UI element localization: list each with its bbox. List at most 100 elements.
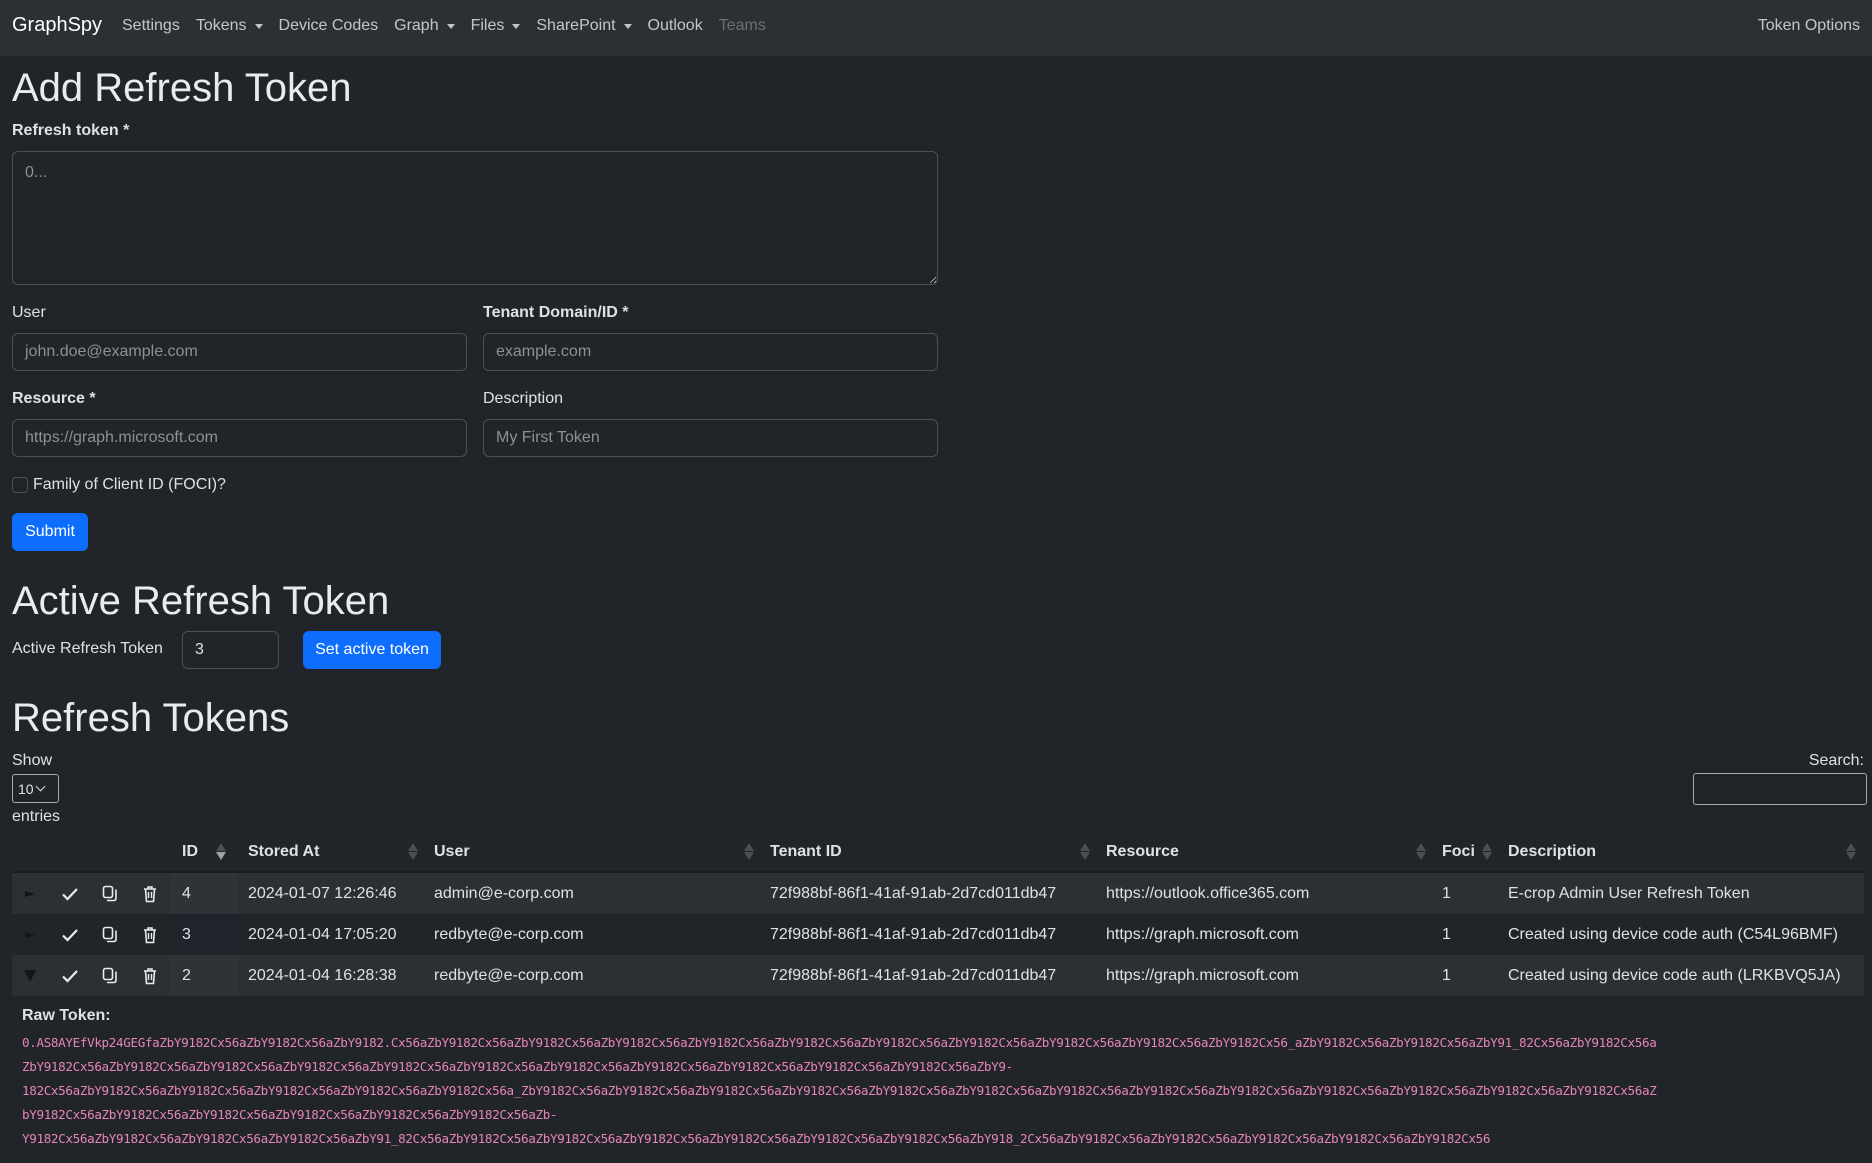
raw-token-line: bY9182Cx56aZbY9182Cx56aZbY9182Cx56aZbY91… bbox=[22, 1107, 558, 1122]
sort-icon[interactable] bbox=[1416, 842, 1426, 862]
foci-checkbox[interactable] bbox=[12, 477, 28, 493]
description-input[interactable]: My First Token bbox=[483, 419, 938, 457]
cell-user: redbyte@e-corp.com bbox=[434, 966, 584, 984]
nav-settings-label: Settings bbox=[122, 17, 180, 34]
cell-description: E-crop Admin User Refresh Token bbox=[1508, 884, 1750, 902]
nav-teams-label: Teams bbox=[718, 17, 766, 34]
sort-icon[interactable] bbox=[744, 842, 754, 862]
nav-graph-label: Graph bbox=[394, 17, 439, 34]
user-input[interactable]: john.doe@example.com bbox=[12, 333, 467, 371]
column-header-foci[interactable]: Foci bbox=[1442, 830, 1475, 873]
tenant-input[interactable]: example.com bbox=[483, 333, 938, 371]
search-input[interactable] bbox=[1693, 773, 1867, 805]
resource-label: Resource * bbox=[12, 390, 96, 407]
user-placeholder: john.doe@example.com bbox=[25, 343, 198, 360]
cell-stored-at: 2024-01-07 12:26:46 bbox=[248, 884, 397, 902]
activate-token-icon[interactable] bbox=[58, 955, 82, 996]
resource-placeholder: https://graph.microsoft.com bbox=[25, 429, 218, 446]
raw-token-line: 182Cx56aZbY9182Cx56aZbY9182Cx56aZbY9182C… bbox=[22, 1083, 1657, 1098]
nav-settings[interactable]: Settings bbox=[122, 17, 180, 35]
nav-device-codes[interactable]: Device Codes bbox=[279, 17, 379, 35]
active-token-label: Active Refresh Token bbox=[12, 640, 163, 657]
token-options-link[interactable]: Token Options bbox=[1758, 17, 1860, 35]
nav-tokens-label: Tokens bbox=[195, 17, 247, 34]
column-header-id[interactable]: ID bbox=[182, 830, 198, 873]
caret-down-icon bbox=[254, 23, 263, 29]
column-header-resource[interactable]: Resource bbox=[1106, 830, 1179, 873]
trash-icon[interactable] bbox=[138, 873, 162, 914]
column-header-tenant-id[interactable]: Tenant ID bbox=[770, 830, 842, 873]
table-row: 4 2024-01-07 12:26:46 admin@e-corp.com 7… bbox=[12, 873, 1864, 914]
cell-foci: 1 bbox=[1442, 966, 1451, 984]
column-header-description[interactable]: Description bbox=[1508, 830, 1596, 873]
trash-icon[interactable] bbox=[138, 955, 162, 996]
refresh-token-textarea[interactable] bbox=[12, 151, 938, 285]
cell-stored-at: 2024-01-04 16:28:38 bbox=[248, 966, 397, 984]
cell-resource: https://graph.microsoft.com bbox=[1106, 966, 1299, 984]
description-placeholder: My First Token bbox=[496, 429, 600, 446]
cell-user: redbyte@e-corp.com bbox=[434, 925, 584, 943]
table-row: 3 2024-01-04 17:05:20 redbyte@e-corp.com… bbox=[12, 914, 1864, 955]
sort-icon[interactable] bbox=[1846, 842, 1856, 862]
cell-stored-at: 2024-01-04 17:05:20 bbox=[248, 925, 397, 943]
active-token-value: 3 bbox=[195, 641, 204, 658]
cell-id: 3 bbox=[170, 914, 238, 955]
cell-id: 4 bbox=[170, 873, 238, 914]
active-token-input[interactable]: 3 bbox=[182, 631, 279, 669]
cell-foci: 1 bbox=[1442, 925, 1451, 943]
chevron-down-icon bbox=[35, 781, 46, 792]
resource-input[interactable]: https://graph.microsoft.com bbox=[12, 419, 467, 457]
copy-icon[interactable] bbox=[98, 873, 122, 914]
column-header-user[interactable]: User bbox=[434, 830, 470, 873]
nav-teams: Teams bbox=[719, 17, 766, 35]
foci-label[interactable]: Family of Client ID (FOCI)? bbox=[33, 476, 226, 494]
show-label: Show bbox=[12, 752, 53, 769]
cell-foci: 1 bbox=[1442, 884, 1451, 902]
trash-icon[interactable] bbox=[138, 914, 162, 955]
sort-desc-icon[interactable] bbox=[216, 842, 226, 862]
table-header: ID Stored At User Tenant ID Resource Foc… bbox=[12, 830, 1864, 873]
nav-outlook[interactable]: Outlook bbox=[648, 17, 703, 35]
user-label: User bbox=[12, 304, 46, 321]
nav-links: Settings Tokens Device Codes Graph Files… bbox=[122, 17, 782, 35]
nav-graph-dropdown[interactable]: Graph bbox=[394, 17, 455, 35]
cell-tenant-id: 72f988bf-86f1-41af-91ab-2d7cd011db47 bbox=[770, 884, 1057, 902]
refresh-tokens-title: Refresh Tokens bbox=[12, 696, 290, 740]
entries-per-page-select[interactable]: 10 bbox=[12, 774, 59, 803]
expand-row-icon[interactable] bbox=[18, 873, 42, 914]
collapse-row-icon[interactable] bbox=[18, 955, 42, 996]
cell-description: Created using device code auth (C54L96BM… bbox=[1508, 925, 1838, 943]
brand-logo[interactable]: GraphSpy bbox=[12, 14, 102, 37]
sort-icon[interactable] bbox=[408, 842, 418, 862]
activate-token-icon[interactable] bbox=[58, 873, 82, 914]
set-active-token-button[interactable]: Set active token bbox=[303, 631, 441, 669]
sort-icon[interactable] bbox=[1080, 842, 1090, 862]
caret-down-icon bbox=[623, 23, 632, 29]
cell-resource: https://graph.microsoft.com bbox=[1106, 925, 1299, 943]
entries-value: 10 bbox=[18, 780, 34, 797]
copy-icon[interactable] bbox=[98, 955, 122, 996]
add-refresh-token-title: Add Refresh Token bbox=[12, 66, 352, 110]
submit-button[interactable]: Submit bbox=[12, 513, 88, 551]
search-label: Search: bbox=[1808, 752, 1864, 769]
nav-files-dropdown[interactable]: Files bbox=[471, 17, 521, 35]
caret-down-icon bbox=[446, 23, 455, 29]
table-row: 2 2024-01-04 16:28:38 redbyte@e-corp.com… bbox=[12, 955, 1864, 996]
cell-description: Created using device code auth (LRKBVQ5J… bbox=[1508, 966, 1841, 984]
copy-icon[interactable] bbox=[98, 914, 122, 955]
column-header-stored-at[interactable]: Stored At bbox=[248, 830, 319, 873]
nav-files-label: Files bbox=[470, 17, 505, 34]
cell-id: 2 bbox=[170, 955, 238, 996]
activate-token-icon[interactable] bbox=[58, 914, 82, 955]
tenant-placeholder: example.com bbox=[496, 343, 592, 360]
raw-token-label: Raw Token: bbox=[22, 1007, 111, 1024]
cell-user: admin@e-corp.com bbox=[434, 884, 574, 902]
tenant-label: Tenant Domain/ID * bbox=[483, 304, 629, 321]
nav-tokens-dropdown[interactable]: Tokens bbox=[196, 17, 263, 35]
sort-icon[interactable] bbox=[1482, 842, 1492, 862]
caret-down-icon bbox=[512, 23, 521, 29]
nav-sharepoint-dropdown[interactable]: SharePoint bbox=[536, 17, 632, 35]
cell-tenant-id: 72f988bf-86f1-41af-91ab-2d7cd011db47 bbox=[770, 966, 1057, 984]
expand-row-icon[interactable] bbox=[18, 914, 42, 955]
cell-tenant-id: 72f988bf-86f1-41af-91ab-2d7cd011db47 bbox=[770, 925, 1057, 943]
